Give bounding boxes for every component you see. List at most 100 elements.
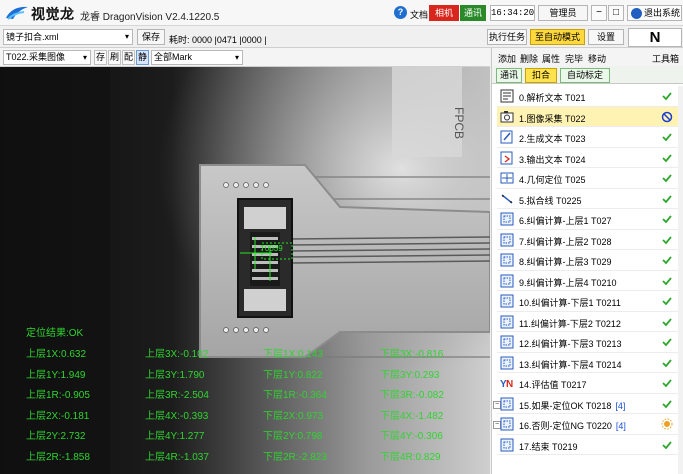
save-image-button[interactable]: 存 [94,50,107,65]
result-value: 下层1X:0.143 [263,349,324,360]
task-item[interactable]: 5.拟合线 T0225 [497,189,682,209]
task-label-text: 6.纠偏计算-上层1 T027 [519,216,612,226]
menu-properties[interactable]: 属性 [542,52,560,65]
task-label-text: 16.否则-定位NG T0220 [519,421,612,431]
settings-button[interactable]: 设置 [588,29,624,45]
check-icon [661,193,673,205]
result-value: 下层3Y:0.293 [380,369,440,381]
task-label: 8.纠偏计算-上层3 T029 [519,255,612,268]
correction-icon [500,294,514,308]
help-icon[interactable]: ? [394,6,407,19]
recipe-select[interactable]: 镜子扣合.xml ▾ [3,29,133,45]
task-label-text: 2.生成文本 T023 [519,134,586,144]
check-icon [661,357,673,369]
text-parse-icon [500,89,514,103]
task-item[interactable]: 0.解析文本 T021 [497,86,682,107]
mark-select[interactable]: 全部Mark ▾ [151,50,243,65]
fit-line-icon [500,192,514,206]
task-item[interactable]: 2.生成文本 T023 [497,127,682,148]
result-value: 下层2R:-2.823 [263,451,327,463]
user-button[interactable]: 管理员 [538,5,588,21]
result-value: 下层3R:-0.082 [380,390,444,401]
app-title: 龙睿 DragonVision V2.4.1220.5 [80,12,220,23]
tab-auto-calibration[interactable]: 自动标定 [560,68,610,83]
result-value: 上层1Y:1.949 [26,369,86,381]
tab-comm[interactable]: 通讯 [496,68,522,83]
task-label: 12.纠偏计算-下层3 T0213 [519,337,622,350]
condition-icon [500,397,514,411]
result-value: 下层2X:0.973 [263,410,324,422]
check-icon [661,131,673,143]
correction-icon [500,274,514,288]
result-value: 上层4Y:1.277 [145,431,205,442]
task-item[interactable]: 8.纠偏计算-上层3 T029 [497,250,682,271]
task-item[interactable]: 17.结束 T0219 [497,435,682,455]
check-icon [661,295,673,307]
task-item[interactable]: 11.纠偏计算-下层2 T0212 [497,312,682,332]
blocked-icon [661,111,673,123]
task-label-text: 4.几何定位 T025 [519,175,586,185]
menu-move[interactable]: 移动 [588,52,606,65]
task-item[interactable]: Y N 14.评估值 T0217 [497,373,682,394]
main-toolbar: 镜子扣合.xml ▾ 保存 耗时: 0000 |0471 |0000 | 执行任… [0,26,683,48]
task-item[interactable]: 1.图像采集 T022 [497,106,682,127]
mark-select-value: 全部Mark [154,52,192,62]
task-item[interactable]: 13.纠偏计算-下层4 T0214 [497,353,682,373]
task-label: 14.评估值 T0217 [519,378,587,391]
condition-icon [500,417,514,431]
task-label-text: 8.纠偏计算-上层3 T029 [519,257,612,267]
target-label: T0039 [260,244,283,253]
task-list-scrollbar[interactable] [678,86,683,474]
save-button[interactable]: 保存 [137,29,165,45]
task-item[interactable]: 9.纠偏计算-上层4 T0210 [497,271,682,291]
menu-run-to[interactable]: 完毕 [565,52,583,65]
task-label-text: 11.纠偏计算-下层2 T0212 [519,318,621,329]
menu-toolbox[interactable]: 工具箱 [652,52,679,65]
task-item[interactable]: 10.纠偏计算-下层1 T0211 [497,291,682,312]
menu-add[interactable]: 添加 [498,52,516,65]
result-value: 下层4Y:-0.306 [380,431,443,442]
check-icon [661,275,673,287]
task-label-text: 0.解析文本 T021 [519,93,586,103]
static-image-button[interactable]: 静 [136,50,149,65]
text-generate-icon [500,130,514,144]
task-panel: 添加 删除 属性 完毕 移动 工具箱 通讯 扣合 自动标定 0.解析文本 T02… [491,48,683,474]
auto-mode-button[interactable]: 至自动模式 [530,29,585,45]
task-tabs: 通讯 扣合 自动标定 [492,66,683,84]
task-image-select[interactable]: T022.采集图像 ▾ [3,50,91,65]
image-toolbar: T022.采集图像 ▾ 存 刷 配 静 全部Mark ▾ [0,48,490,67]
task-item[interactable]: −15.如果-定位OK T0218 [4] [493,394,682,414]
result-title: 定位结果:OK [26,328,84,339]
menu-delete[interactable]: 删除 [520,52,538,65]
result-value: 上层2Y:2.732 [26,431,86,442]
exit-button[interactable]: 退出系统 [627,5,682,21]
maximize-button[interactable]: □ [608,5,624,21]
correction-icon [500,212,514,226]
task-label: 3.输出文本 T024 [519,153,586,166]
task-item[interactable]: 12.纠偏计算-下层3 T0213 [497,332,682,353]
mode-indicator: N [628,28,682,47]
task-item[interactable]: 7.纠偏计算-上层2 T028 [497,230,682,250]
task-menu: 添加 删除 属性 完毕 移动 工具箱 [492,48,683,66]
result-value: 上层3R:-2.504 [145,390,209,401]
run-task-button[interactable]: 执行任务 [487,29,527,45]
task-label: 2.生成文本 T023 [519,132,586,145]
comm-status-badge: 通讯 [460,5,486,21]
correction-icon [500,315,514,329]
refresh-image-button[interactable]: 刷 [108,50,121,65]
check-icon [661,152,673,164]
task-item[interactable]: 4.几何定位 T025 [497,168,682,189]
task-item[interactable]: −16.否则-定位NG T0220 [4] [493,414,682,435]
doc-link[interactable]: 文档 [410,8,428,21]
config-image-button[interactable]: 配 [122,50,135,65]
tab-assembly[interactable]: 扣合 [525,68,557,83]
brand-name: 视觉龙 [31,6,75,22]
svg-text:N: N [506,379,513,390]
image-viewport[interactable]: T0039 FPCB 定位结果:OK 上层1X:0.632 上层3X:-0.102… [0,67,490,474]
result-value: 上层2X:-0.181 [26,410,90,422]
task-item[interactable]: 3.输出文本 T024 [497,148,682,168]
minimize-button[interactable]: − [591,5,607,21]
check-icon [661,234,673,246]
correction-icon [500,233,514,247]
task-item[interactable]: 6.纠偏计算-上层1 T027 [497,209,682,230]
